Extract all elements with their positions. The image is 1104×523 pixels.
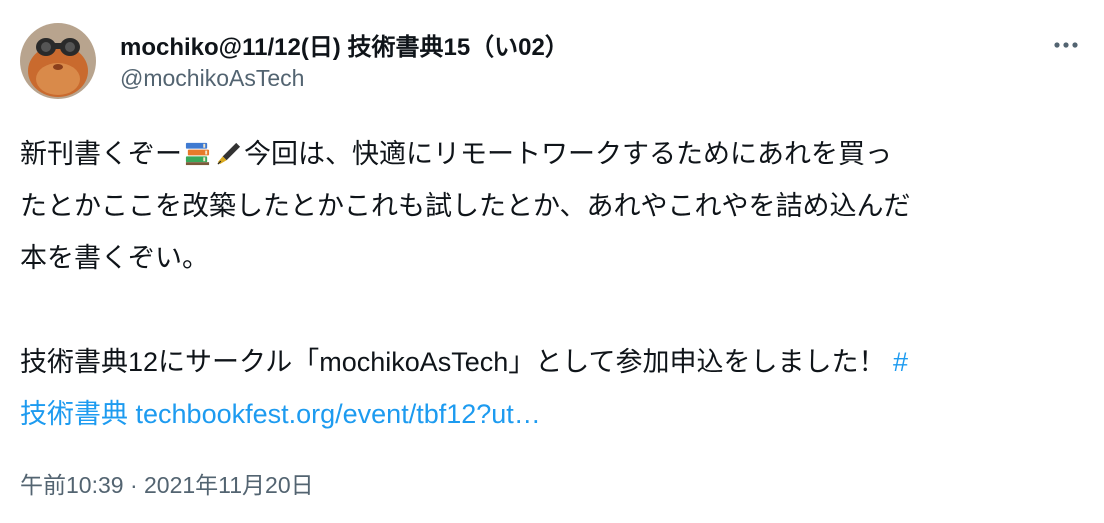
hashtag-link[interactable]: 技術書典 xyxy=(20,399,128,429)
author-handle[interactable]: @mochikoAsTech xyxy=(120,65,304,92)
tweet-timestamp[interactable]: 午前10:39 · 2021年11月20日 xyxy=(20,466,314,500)
hashtag-link[interactable]: # xyxy=(893,347,908,377)
tweet-line: 技術書典12にサークル「mochikoAsTech」として参加申込をしました！ … xyxy=(20,336,1090,388)
tweet-text: 新刊書くぞー 今回は、快適にリモートワークするためにあれを買っ たとかここを改築… xyxy=(20,128,1090,440)
more-options-button[interactable] xyxy=(1046,28,1086,62)
more-horizontal-icon xyxy=(1054,42,1078,48)
avatar-image xyxy=(20,23,96,99)
tweet-text-segment: 新刊書くぞー xyxy=(20,139,182,169)
fountain-pen-emoji-icon xyxy=(217,142,241,165)
tweet-line: たとかここを改築したとかこれも試したとか、あれやこれやを詰め込んだ xyxy=(20,191,911,221)
tweet-card: mochiko@11/12(日) 技術書典15（い02） @mochikoAsT… xyxy=(0,0,1104,523)
avatar[interactable] xyxy=(20,23,96,99)
author-display-name[interactable]: mochiko@11/12(日) 技術書典15（い02） xyxy=(120,27,569,62)
tweet-line: 技術書典 techbookfest.org/event/tbf12?ut… xyxy=(20,388,1090,440)
tweet-date: 2021年11月20日 xyxy=(144,472,314,498)
tweet-text-segment: 今回は、快適にリモートワークするためにあれを買っ xyxy=(244,139,892,169)
books-emoji-icon xyxy=(185,142,210,166)
meta-separator: · xyxy=(129,472,138,498)
tweet-line: 本を書くぞい。 xyxy=(20,243,209,273)
url-link[interactable]: techbookfest.org/event/tbf12?ut… xyxy=(136,399,541,429)
tweet-text-segment: 技術書典12にサークル「mochikoAsTech」として参加申込をしました！ xyxy=(20,347,886,377)
tweet-line: 新刊書くぞー 今回は、快適にリモートワークするためにあれを買っ xyxy=(20,128,1090,180)
tweet-time: 午前10:39 xyxy=(20,472,124,498)
